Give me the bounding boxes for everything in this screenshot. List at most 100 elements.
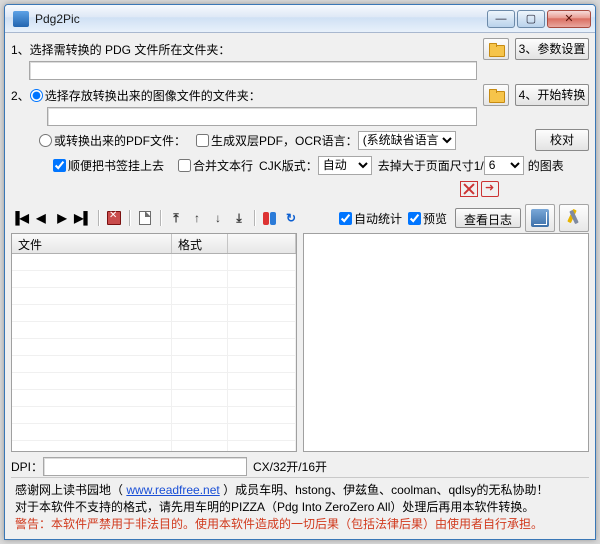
- preview-pane: [303, 233, 589, 452]
- trim-label: 去掉大于页面尺寸1/: [378, 157, 484, 174]
- toolbar-sep: [129, 210, 130, 226]
- table-row[interactable]: [12, 373, 296, 390]
- toolbar-sep: [254, 210, 255, 226]
- table-row[interactable]: [12, 356, 296, 373]
- pdf-options-row: 或转换出来的PDF文件： 生成双层PDF，OCR语言： (系统缺省语言) 校对: [11, 129, 589, 151]
- table-row[interactable]: [12, 288, 296, 305]
- toolbar-row: ▐◀ ◀ ▶ ▶▌ ⤒ ↑ ↓ ⤓ ↻ 自动统计 预览: [11, 205, 589, 231]
- table-row[interactable]: [12, 407, 296, 424]
- prev-button[interactable]: ◀: [32, 209, 50, 227]
- tools-button[interactable]: [559, 204, 589, 232]
- step1-folder-input[interactable]: [29, 61, 477, 80]
- dpi-tail-label: CX/32开/16开: [253, 458, 327, 475]
- col-blank[interactable]: [228, 234, 296, 253]
- view-log-button[interactable]: 查看日志: [455, 208, 521, 228]
- table-row[interactable]: [12, 254, 296, 271]
- window-controls: — ▢ ✕: [487, 10, 591, 28]
- content-split: 文件 格式: [11, 233, 589, 452]
- params-button[interactable]: 3、参数设置: [515, 38, 589, 60]
- table-header: 文件 格式: [12, 234, 296, 254]
- auto-stat-checkbox[interactable]: [339, 212, 352, 225]
- app-title: Pdg2Pic: [35, 12, 487, 26]
- step2-prefix: 2、: [11, 87, 30, 104]
- table-row[interactable]: [12, 424, 296, 441]
- app-icon: [13, 11, 29, 27]
- col-file[interactable]: 文件: [12, 234, 172, 253]
- document-icon: [139, 211, 151, 225]
- first-button[interactable]: ▐◀: [11, 209, 29, 227]
- preview-label: 预览: [423, 210, 447, 227]
- table-row[interactable]: [12, 390, 296, 407]
- table-row[interactable]: [12, 322, 296, 339]
- step1-input-row: [11, 60, 589, 80]
- tools-icon: [564, 208, 584, 228]
- step1-label: 1、选择需转换的 PDG 文件所在文件夹：: [11, 41, 230, 58]
- move-bottom-button[interactable]: ⤓: [230, 209, 248, 227]
- auto-stat-label: 自动统计: [354, 210, 402, 227]
- col-format[interactable]: 格式: [172, 234, 228, 253]
- export-icon[interactable]: [481, 181, 499, 197]
- pdf-output-radio[interactable]: [39, 134, 52, 147]
- step2-folder-input[interactable]: [47, 107, 477, 126]
- dpi-row: DPI： CX/32开/16开: [11, 455, 589, 477]
- last-button[interactable]: ▶▌: [74, 209, 92, 227]
- footer-warning: 警告：本软件严禁用于非法目的。使用本软件造成的一切后果（包括法律后果）由使用者自…: [15, 516, 585, 533]
- gen-ocr-checkbox[interactable]: [196, 134, 209, 147]
- toolbar-sep: [98, 210, 99, 226]
- trim-fraction-select[interactable]: 6: [484, 156, 524, 175]
- table-body[interactable]: [12, 254, 296, 451]
- client-area: 1、选择需转换的 PDG 文件所在文件夹： 3、参数设置 2、 选择存放转换出来…: [5, 33, 595, 539]
- table-row[interactable]: [12, 305, 296, 322]
- cjk-select[interactable]: 自动: [318, 156, 372, 175]
- file-table: 文件 格式: [11, 233, 297, 452]
- footer-link[interactable]: www.readfree.net: [126, 483, 219, 497]
- database-button[interactable]: [525, 204, 555, 232]
- merge-text-label: 合并文本行: [193, 157, 253, 174]
- maximize-button[interactable]: ▢: [517, 10, 545, 28]
- view-stats-button[interactable]: [261, 209, 279, 227]
- next-button[interactable]: ▶: [53, 209, 71, 227]
- ocr-lang-select[interactable]: (系统缺省语言): [358, 131, 456, 150]
- footer: 感谢网上读书园地（ www.readfree.net ）成员车明、hstong、…: [11, 477, 589, 537]
- move-top-button[interactable]: ⤒: [167, 209, 185, 227]
- minimize-button[interactable]: —: [487, 10, 515, 28]
- footer-l1a: 感谢网上读书园地（: [15, 483, 123, 497]
- footer-line2: 对于本软件不支持的格式，请先用车明的PIZZA（Pdg Into ZeroZer…: [15, 499, 585, 516]
- delete-icon[interactable]: [460, 181, 478, 197]
- footer-l1b: ）成员车明、hstong、伊兹鱼、coolman、qdlsy的无私协助！: [223, 483, 548, 497]
- table-row[interactable]: [12, 441, 296, 451]
- move-down-button[interactable]: ↓: [209, 209, 227, 227]
- move-up-button[interactable]: ↑: [188, 209, 206, 227]
- table-row[interactable]: [12, 271, 296, 288]
- merge-text-checkbox[interactable]: [178, 159, 191, 172]
- proofread-button[interactable]: 校对: [535, 129, 589, 151]
- table-row[interactable]: [12, 339, 296, 356]
- extra-icons-row: [11, 179, 589, 199]
- gen-ocr-label: 生成双层PDF，OCR语言：: [211, 132, 358, 149]
- dpi-input[interactable]: [43, 457, 247, 476]
- delete-item-button[interactable]: [105, 209, 123, 227]
- step2-radio-label: 选择存放转换出来的图像文件的文件夹：: [45, 87, 261, 104]
- preview-checkbox[interactable]: [408, 212, 421, 225]
- step2-image-radio[interactable]: [30, 89, 43, 102]
- trash-icon: [107, 211, 121, 225]
- step1-row: 1、选择需转换的 PDG 文件所在文件夹： 3、参数设置: [11, 37, 589, 61]
- start-convert-button[interactable]: 4、开始转换: [515, 84, 589, 106]
- pdf-radio-label: 或转换出来的PDF文件：: [54, 132, 186, 149]
- blue-bar-icon: [270, 212, 276, 225]
- database-icon: [531, 209, 549, 227]
- toolbar-sep: [160, 210, 161, 226]
- step2-input-row: [11, 106, 589, 126]
- footer-line1: 感谢网上读书园地（ www.readfree.net ）成员车明、hstong、…: [15, 482, 585, 499]
- step2-row: 2、 选择存放转换出来的图像文件的文件夹： 4、开始转换: [11, 83, 589, 107]
- app-window: Pdg2Pic — ▢ ✕ 1、选择需转换的 PDG 文件所在文件夹： 3、参数…: [4, 4, 596, 540]
- close-button[interactable]: ✕: [547, 10, 591, 28]
- bookmark-options-row: 顺便把书签挂上去 合并文本行 CJK版式： 自动 去掉大于页面尺寸1/ 6 的图…: [11, 154, 589, 176]
- step1-browse-button[interactable]: [483, 38, 509, 60]
- bookmark-label: 顺便把书签挂上去: [68, 157, 164, 174]
- step2-browse-button[interactable]: [483, 84, 509, 106]
- cjk-label: CJK版式：: [259, 157, 318, 174]
- open-doc-button[interactable]: [136, 209, 154, 227]
- bookmark-checkbox[interactable]: [53, 159, 66, 172]
- rotate-button[interactable]: ↻: [282, 209, 300, 227]
